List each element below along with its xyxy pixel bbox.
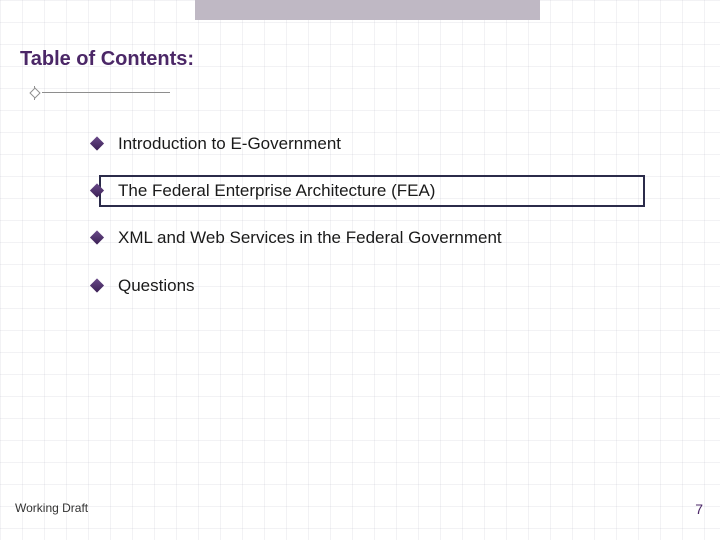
- diamond-bullet-icon: [90, 230, 104, 244]
- diamond-bullet-icon: [90, 278, 104, 292]
- diamond-bullet-icon: [90, 136, 104, 150]
- toc-item: Introduction to E-Government: [92, 120, 652, 168]
- diamond-bullet-icon: [90, 183, 104, 197]
- footer-status: Working Draft: [15, 501, 88, 515]
- toc-list: Introduction to E-Government The Federal…: [92, 120, 652, 310]
- toc-item-label: Introduction to E-Government: [118, 134, 341, 154]
- page-title: Table of Contents:: [20, 48, 194, 71]
- header-decoration-bar: [195, 0, 540, 20]
- toc-item: Questions: [92, 262, 652, 310]
- toc-item: XML and Web Services in the Federal Gove…: [92, 214, 652, 262]
- toc-item-label: The Federal Enterprise Architecture (FEA…: [118, 181, 435, 201]
- toc-item-current: The Federal Enterprise Architecture (FEA…: [92, 168, 652, 214]
- page-number: 7: [695, 501, 703, 517]
- title-ornament: [28, 86, 170, 100]
- toc-item-label: Questions: [118, 276, 195, 296]
- toc-item-label: XML and Web Services in the Federal Gove…: [118, 228, 502, 248]
